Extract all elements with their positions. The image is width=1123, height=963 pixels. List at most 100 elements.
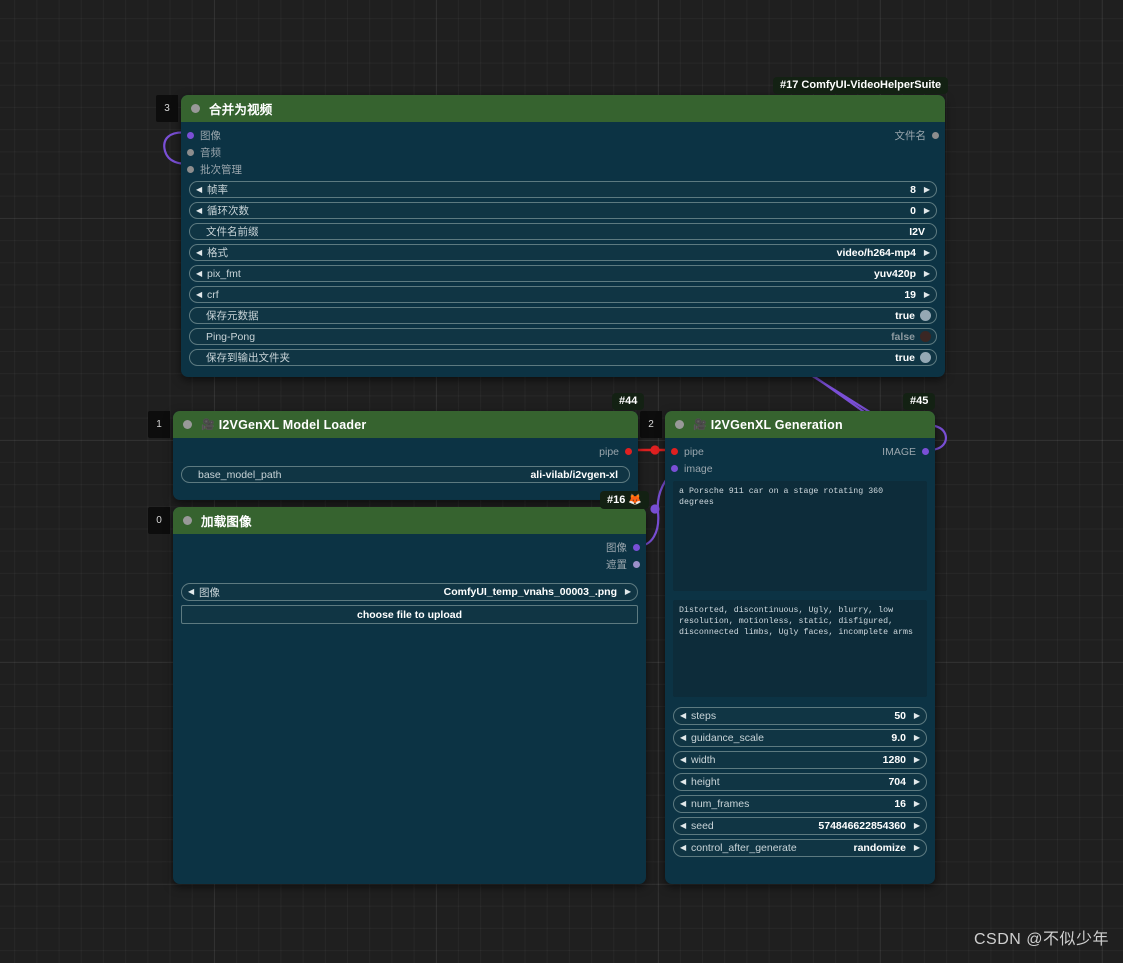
widget-value[interactable]: 50 [894,710,906,722]
slot-row-image-in[interactable]: 图像 文件名 [181,127,945,144]
widget-value[interactable]: 704 [888,776,906,788]
slot-dot-batch-manager-in[interactable] [187,166,194,173]
widget-value[interactable]: 16 [894,798,906,810]
slot-dot-mask-out[interactable] [633,561,640,568]
increment-icon[interactable]: ▶ [911,734,920,742]
negative-prompt-textarea[interactable]: Distorted, discontinuous, Ugly, blurry, … [673,600,927,697]
previous-option-icon[interactable]: ◀ [188,588,197,596]
slot-dot-pipe-in[interactable] [671,448,678,455]
widget-value[interactable]: yuv420p [874,268,916,280]
collapse-icon[interactable] [191,104,200,113]
next-option-icon[interactable]: ▶ [622,588,631,596]
widget-ping-pong[interactable]: Ping-Pong false [189,328,937,345]
next-option-icon[interactable]: ▶ [911,844,920,852]
slot-dot-image-in[interactable] [187,132,194,139]
widget-crf[interactable]: ◀ crf 19 ▶ [189,286,937,303]
widget-value[interactable]: 19 [904,289,916,301]
widget-value[interactable]: ComfyUI_temp_vnahs_00003_.png [444,586,617,598]
widget-image-file[interactable]: ◀ 图像 ComfyUI_temp_vnahs_00003_.png ▶ [181,583,638,601]
decrement-icon[interactable]: ◀ [196,185,205,194]
widget-seed[interactable]: ◀ seed 574846622854360 ▶ [673,817,927,835]
increment-icon[interactable]: ▶ [911,822,920,830]
widget-label: height [691,776,720,788]
widget-save-metadata[interactable]: 保存元数据 true [189,307,937,324]
widget-loop-count[interactable]: ◀ 循环次数 0 ▶ [189,202,937,219]
widget-filename-prefix[interactable]: 文件名前缀 I2V [189,223,937,240]
slot-dot-pipe-out[interactable] [625,448,632,455]
toggle-icon[interactable] [920,352,931,363]
comfyui-graph-canvas[interactable]: #17 ComfyUI-VideoHelperSuite 3 合并为视频 图像 … [0,0,1123,963]
decrement-icon[interactable]: ◀ [680,800,689,808]
slot-row-audio-in[interactable]: 音频 [181,144,945,161]
previous-option-icon[interactable]: ◀ [196,248,205,257]
slot-dot-image-out[interactable] [633,544,640,551]
node-merge-video[interactable]: 合并为视频 图像 文件名 音频 批次管理 ◀ 帧率 8 ▶ ◀ 循环次数 0 ▶… [181,95,945,377]
slot-label-filename-out: 文件名 [894,130,927,142]
next-option-icon[interactable]: ▶ [921,248,930,257]
increment-icon[interactable]: ▶ [911,712,920,720]
node-badge-merge-video: #17 ComfyUI-VideoHelperSuite [773,77,949,94]
slot-row-image-in[interactable]: image [665,460,935,477]
widget-pix-fmt[interactable]: ◀ pix_fmt yuv420p ▶ [189,265,937,282]
decrement-icon[interactable]: ◀ [680,756,689,764]
slot-dot-filename-out[interactable] [932,132,939,139]
next-option-icon[interactable]: ▶ [921,269,930,278]
widget-control-after-generate[interactable]: ◀ control_after_generate randomize ▶ [673,839,927,857]
widget-value[interactable]: randomize [853,842,906,854]
decrement-icon[interactable]: ◀ [196,290,205,299]
slot-row-pipe-in[interactable]: pipe IMAGE [665,443,935,460]
decrement-icon[interactable]: ◀ [680,712,689,720]
increment-icon[interactable]: ▶ [911,756,920,764]
slot-row-pipe-out[interactable]: pipe [173,443,638,460]
choose-file-to-upload-button[interactable]: choose file to upload [181,605,638,624]
widget-num-frames[interactable]: ◀ num_frames 16 ▶ [673,795,927,813]
decrement-icon[interactable]: ◀ [680,822,689,830]
decrement-icon[interactable]: ◀ [196,206,205,215]
node-badge-model-loader: #44 [612,393,645,410]
widget-width[interactable]: ◀ width 1280 ▶ [673,751,927,769]
increment-icon[interactable]: ▶ [911,800,920,808]
widget-save-output[interactable]: 保存到输出文件夹 true [189,349,937,366]
slot-row-mask-out[interactable]: 遮置 [173,556,646,573]
toggle-icon[interactable] [920,331,931,342]
widget-value[interactable]: 1280 [883,754,906,766]
widget-value[interactable]: 9.0 [891,732,906,744]
node-header-generation[interactable]: 🎥 I2VGenXL Generation [665,411,935,438]
node-generation[interactable]: 🎥 I2VGenXL Generation pipe IMAGE image a… [665,411,935,884]
decrement-icon[interactable]: ◀ [680,778,689,786]
slot-row-image-out[interactable]: 图像 [173,539,646,556]
widget-format[interactable]: ◀ 格式 video/h264-mp4 ▶ [189,244,937,261]
previous-option-icon[interactable]: ◀ [680,844,689,852]
increment-icon[interactable]: ▶ [911,778,920,786]
widget-guidance-scale[interactable]: ◀ guidance_scale 9.0 ▶ [673,729,927,747]
increment-icon[interactable]: ▶ [921,290,930,299]
node-header-model-loader[interactable]: 🎥 I2VGenXL Model Loader [173,411,638,438]
widget-value[interactable]: I2V [909,226,925,238]
widget-value[interactable]: 8 [910,184,916,196]
node-model-loader[interactable]: 🎥 I2VGenXL Model Loader pipe base_model_… [173,411,638,500]
widget-value[interactable]: 0 [910,205,916,217]
collapse-icon[interactable] [183,516,192,525]
widget-base-model-path[interactable]: base_model_path ali-vilab/i2vgen-xl [181,466,630,483]
slot-row-batch-manager-in[interactable]: 批次管理 [181,161,945,178]
widget-value[interactable]: 574846622854360 [818,820,906,832]
previous-option-icon[interactable]: ◀ [196,269,205,278]
widget-steps[interactable]: ◀ steps 50 ▶ [673,707,927,725]
slot-dot-audio-in[interactable] [187,149,194,156]
node-load-image[interactable]: 加载图像 图像 遮置 ◀ 图像 ComfyUI_temp_vnahs_00003… [173,507,646,884]
slot-dot-image-out[interactable] [922,448,929,455]
collapse-icon[interactable] [183,420,192,429]
increment-icon[interactable]: ▶ [921,206,930,215]
toggle-icon[interactable] [920,310,931,321]
widget-value[interactable]: video/h264-mp4 [837,247,916,259]
collapse-icon[interactable] [675,420,684,429]
increment-icon[interactable]: ▶ [921,185,930,194]
widget-frame-rate[interactable]: ◀ 帧率 8 ▶ [189,181,937,198]
slot-dot-image-in[interactable] [671,465,678,472]
widget-value[interactable]: ali-vilab/i2vgen-xl [530,469,618,481]
positive-prompt-textarea[interactable]: a Porsche 911 car on a stage rotating 36… [673,481,927,591]
decrement-icon[interactable]: ◀ [680,734,689,742]
node-header-merge-video[interactable]: 合并为视频 [181,95,945,122]
node-header-load-image[interactable]: 加载图像 [173,507,646,534]
widget-height[interactable]: ◀ height 704 ▶ [673,773,927,791]
